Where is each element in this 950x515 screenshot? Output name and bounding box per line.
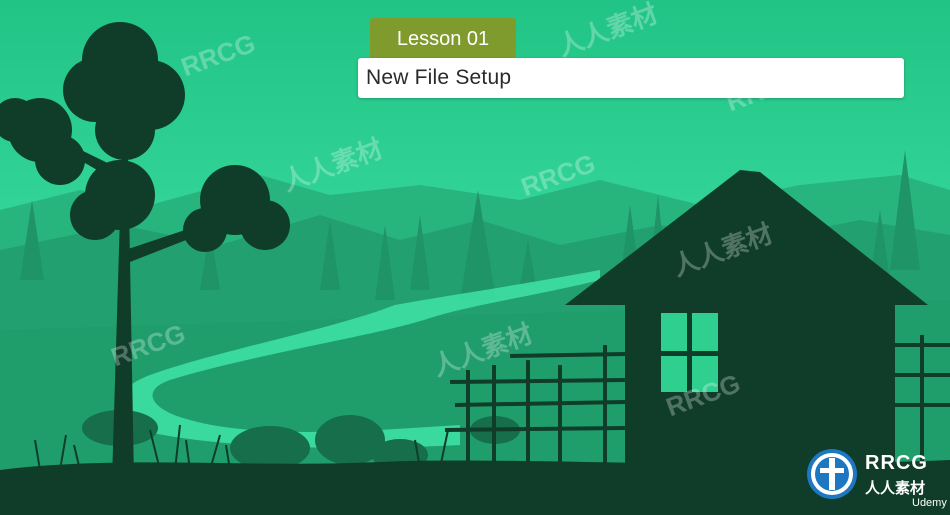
lesson-title-bar: New File Setup [358,58,904,98]
video-frame: RRCG 人人素材 RRCG 人人素材 RRCG 人人素材 RRCG 人人素材 … [0,0,950,515]
udemy-brand: Udemy [912,497,947,509]
lesson-title: New File Setup [366,66,512,89]
rrcg-logo-icon [807,449,857,499]
logo-subtitle: 人人素材 [865,480,926,497]
rrcg-logo-text: RRCG 人人素材 [865,452,928,498]
logo-name: RRCG [865,452,928,474]
lesson-number-tag: Lesson 01 [370,18,516,60]
